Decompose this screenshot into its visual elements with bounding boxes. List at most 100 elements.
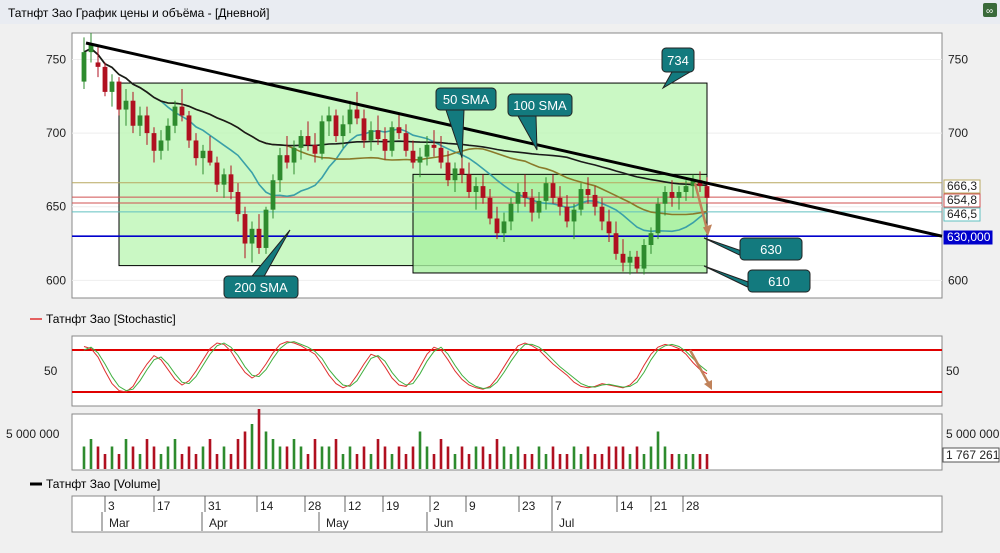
day-label: 28 (686, 499, 700, 513)
volume-bar (299, 446, 303, 469)
stoch-right-tick: 50 (946, 364, 960, 378)
day-label: 14 (620, 499, 634, 513)
volume-bar (684, 454, 688, 469)
candle-body (123, 100, 129, 110)
stoch-tick: 50 (44, 364, 58, 378)
volume-bar (159, 454, 163, 469)
chart-window: Татнфт Зао График цены и объёма - [Дневн… (0, 0, 1000, 548)
volume-bar (320, 446, 324, 469)
volume-bar (124, 439, 128, 469)
candle-body (557, 197, 563, 207)
candle-body (130, 100, 136, 126)
stoch-title: Татнфт Зао [Stochastic] (46, 312, 176, 326)
candle-body (487, 197, 493, 219)
volume-bar (152, 446, 156, 469)
candle-body (480, 186, 486, 198)
candle-body (529, 197, 535, 213)
volume-bar (271, 439, 275, 469)
volume-bar (530, 454, 534, 469)
price-label: 646,5 (947, 207, 977, 221)
volume-bar (292, 439, 296, 469)
candle-body (550, 183, 556, 198)
volume-bar (187, 446, 191, 469)
candle-body (389, 127, 395, 151)
candle-body (466, 174, 472, 192)
candle-body (613, 233, 619, 254)
volume-bar (565, 454, 569, 469)
candle-body (144, 115, 150, 134)
candle-body (333, 115, 339, 137)
candle-body (354, 109, 360, 119)
candle-body (277, 155, 283, 181)
candle-body (592, 194, 598, 207)
day-label: 19 (386, 499, 400, 513)
volume-bar (614, 446, 618, 469)
volume-bar (544, 454, 548, 469)
candle-body (620, 253, 626, 263)
volume-bar (460, 446, 464, 469)
candle-body (382, 139, 388, 151)
callout-610-label: 610 (768, 274, 790, 289)
volume-bar (173, 439, 177, 469)
day-label: 2 (433, 499, 440, 513)
price-label: 630,000 (947, 230, 991, 244)
candle-body (522, 192, 528, 198)
volume-bar (82, 446, 86, 469)
volume-bar (691, 454, 695, 469)
volume-bar (243, 431, 247, 469)
volume-bar (586, 446, 590, 469)
day-label: 31 (208, 499, 222, 513)
price-tick-left: 750 (46, 53, 66, 67)
candle-body (109, 81, 115, 92)
volume-bar (481, 446, 485, 469)
candle-body (571, 209, 577, 222)
candle-body (305, 136, 311, 145)
volume-bar (425, 446, 429, 469)
volume-bar (432, 454, 436, 469)
price-label: 654,8 (947, 193, 977, 207)
volume-bar (572, 446, 576, 469)
price-tick-right: 750 (948, 53, 968, 67)
candle-body (403, 133, 409, 151)
volume-bar (376, 439, 380, 469)
volume-bar (306, 454, 310, 469)
candle-body (669, 192, 675, 198)
volume-bar (313, 439, 317, 469)
volume-bar (404, 454, 408, 469)
volume-bar (558, 454, 562, 469)
zone-boxes (118, 82, 708, 274)
candle-body (165, 125, 171, 141)
candle-body (452, 168, 458, 181)
candle-body (242, 214, 248, 244)
candle-body (648, 233, 654, 245)
candle-body (417, 156, 423, 163)
month-label: May (326, 516, 349, 530)
volume-bar (117, 454, 121, 469)
month-label: Jun (434, 516, 453, 530)
month-label: Apr (209, 516, 228, 530)
volume-bar (166, 446, 170, 469)
candle-body (347, 109, 353, 125)
candle-body (431, 144, 437, 148)
volume-bar (383, 446, 387, 469)
volume-bar (250, 424, 254, 469)
candle-body (319, 121, 325, 154)
candle-body (186, 115, 192, 141)
candle-body (438, 147, 444, 163)
stoch-plot-area (71, 335, 943, 407)
volume-bar (89, 439, 93, 469)
volume-bar (579, 454, 583, 469)
volume-bar (628, 454, 632, 469)
candle-body (326, 115, 332, 122)
callout-200sma-label: 200 SMA (234, 280, 288, 295)
callout-734-label: 734 (667, 53, 689, 68)
candle-body (340, 124, 346, 137)
price-tick-left: 600 (46, 273, 66, 287)
candle-body (396, 127, 402, 134)
link-icon[interactable]: ∞ (983, 3, 997, 17)
candle-body (102, 66, 108, 92)
candle-body (655, 203, 661, 234)
volume-bar (215, 454, 219, 469)
volume-bar (649, 446, 653, 469)
candle-body (536, 200, 542, 213)
